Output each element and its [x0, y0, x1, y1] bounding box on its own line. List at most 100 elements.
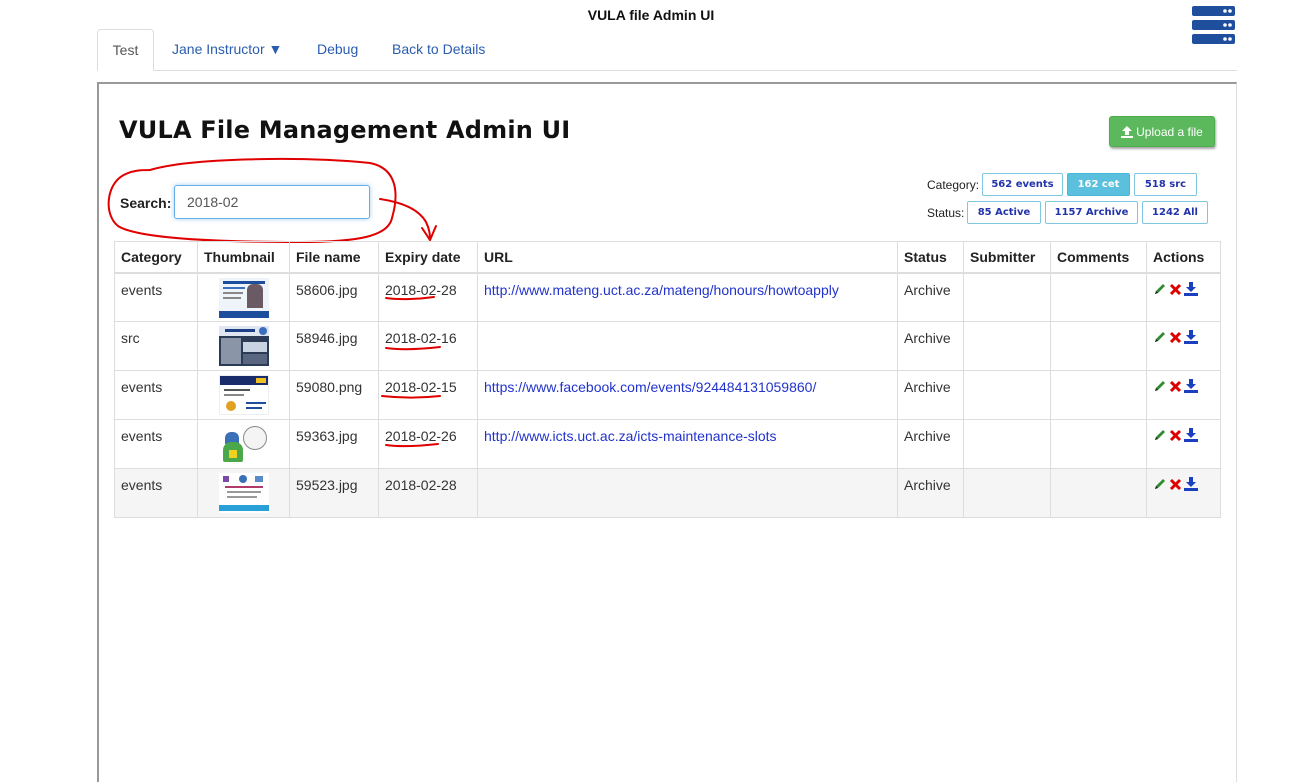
cell-url: http://www.mateng.uct.ac.za/mateng/honou… [477, 272, 898, 322]
upload-button[interactable]: Upload a file [1109, 116, 1215, 147]
app-title: VULA file Admin UI [587, 7, 715, 23]
pencil-icon[interactable] [1153, 477, 1167, 494]
download-icon[interactable] [1184, 477, 1198, 494]
header-comments: Comments [1050, 241, 1147, 274]
cell-url: https://www.facebook.com/events/92448413… [477, 370, 898, 420]
header-submitter: Submitter [963, 241, 1051, 274]
cell-category: events [114, 419, 198, 469]
table-header-row: Category Thumbnail File name Expiry date… [114, 241, 1221, 274]
cell-actions [1146, 370, 1221, 420]
cell-category: src [114, 321, 198, 371]
cell-status: Archive [897, 272, 964, 322]
cell-thumbnail [197, 468, 290, 518]
cell-file-name: 59363.jpg [289, 419, 379, 469]
cell-file-name: 59523.jpg [289, 468, 379, 518]
x-icon[interactable] [1169, 282, 1182, 299]
cell-status: Archive [897, 419, 964, 469]
download-icon[interactable] [1184, 281, 1198, 299]
header-status: Status [897, 241, 964, 274]
x-icon[interactable] [1169, 477, 1182, 494]
url-link[interactable]: http://www.mateng.uct.ac.za/mateng/honou… [484, 282, 839, 298]
thumbnail-image[interactable] [218, 473, 269, 513]
upload-button-label: Upload a file [1136, 124, 1203, 139]
table-row: events 59080.png 2018-02-15 https://www.… [114, 370, 1221, 420]
cell-expiry-date: 2018-02-26 [378, 419, 478, 469]
filter-status-all[interactable]: 1242 All [1142, 201, 1208, 224]
thumbnail-image[interactable] [218, 326, 269, 366]
header-expiry-date: Expiry date [378, 241, 478, 274]
x-icon[interactable] [1169, 379, 1182, 396]
cell-category: events [114, 272, 198, 322]
upload-icon [1121, 125, 1134, 138]
pencil-icon[interactable] [1153, 330, 1167, 347]
cell-thumbnail [197, 419, 290, 469]
cell-comments [1050, 468, 1147, 518]
cell-comments [1050, 370, 1147, 420]
header-actions: Actions [1146, 241, 1221, 274]
table-row: events 58606.jpg 2018-02-28 http://www.m… [114, 272, 1221, 322]
download-icon[interactable] [1184, 330, 1198, 347]
filter-status-archive[interactable]: 1157 Archive [1045, 201, 1138, 224]
category-filter-label: Category: [927, 178, 980, 192]
header-url: URL [477, 241, 898, 274]
filter-category-cet[interactable]: 162 cet [1067, 173, 1130, 196]
x-icon[interactable] [1169, 428, 1182, 445]
pencil-icon[interactable] [1153, 282, 1167, 299]
cell-file-name: 58946.jpg [289, 321, 379, 371]
cell-comments [1050, 321, 1147, 371]
x-icon[interactable] [1169, 330, 1182, 347]
tab-debug[interactable]: Debug [317, 29, 358, 70]
cell-expiry-date: 2018-02-15 [378, 370, 478, 420]
cell-submitter [963, 370, 1051, 420]
cell-url [477, 468, 898, 518]
cell-submitter [963, 419, 1051, 469]
files-table: Category Thumbnail File name Expiry date… [114, 241, 1221, 518]
cell-thumbnail [197, 272, 290, 322]
cell-comments [1050, 419, 1147, 469]
header-category: Category [114, 241, 198, 274]
url-link[interactable]: https://www.facebook.com/events/92448413… [484, 379, 816, 395]
table-row: events 59523.jpg 2018-02-28 Archive [114, 468, 1221, 518]
search-label: Search: [120, 195, 172, 211]
pencil-icon[interactable] [1153, 428, 1167, 445]
filter-category-events[interactable]: 562 events [982, 173, 1063, 196]
header-thumbnail: Thumbnail [197, 241, 290, 274]
cell-url: http://www.icts.uct.ac.za/icts-maintenan… [477, 419, 898, 469]
nav-tabs: Test Jane Instructor ▼ Debug Back to Det… [97, 29, 1237, 71]
cell-file-name: 59080.png [289, 370, 379, 420]
cell-actions [1146, 321, 1221, 371]
cell-category: events [114, 468, 198, 518]
cell-expiry-date: 2018-02-28 [378, 272, 478, 322]
filter-status-active[interactable]: 85 Active [967, 201, 1041, 224]
cell-submitter [963, 272, 1051, 322]
search-input[interactable] [174, 185, 370, 219]
table-row: events 59363.jpg 2018-02-26 http://www.i… [114, 419, 1221, 469]
cell-url [477, 321, 898, 371]
tab-back-to-details[interactable]: Back to Details [392, 29, 485, 70]
url-link[interactable]: http://www.icts.uct.ac.za/icts-maintenan… [484, 428, 777, 444]
cell-thumbnail [197, 321, 290, 371]
thumbnail-image[interactable] [218, 424, 269, 464]
cell-expiry-date: 2018-02-28 [378, 468, 478, 518]
cell-file-name: 58606.jpg [289, 272, 379, 322]
cell-actions [1146, 468, 1221, 518]
pencil-icon[interactable] [1153, 379, 1167, 396]
thumbnail-image[interactable] [218, 277, 269, 318]
download-icon[interactable] [1184, 379, 1198, 396]
cell-submitter [963, 321, 1051, 371]
filter-category-src[interactable]: 518 src [1134, 173, 1197, 196]
cell-status: Archive [897, 370, 964, 420]
cell-status: Archive [897, 468, 964, 518]
cell-thumbnail [197, 370, 290, 420]
download-icon[interactable] [1184, 428, 1198, 445]
cell-submitter [963, 468, 1051, 518]
tab-test[interactable]: Test [97, 29, 154, 71]
cell-actions [1146, 272, 1221, 322]
cell-comments [1050, 272, 1147, 322]
table-row: src 58946.jpg 2018-02-16 Archive [114, 321, 1221, 371]
cell-category: events [114, 370, 198, 420]
cell-actions [1146, 419, 1221, 469]
thumbnail-image[interactable] [218, 375, 269, 415]
tab-jane-instructor[interactable]: Jane Instructor ▼ [172, 29, 282, 70]
header-file-name: File name [289, 241, 379, 274]
